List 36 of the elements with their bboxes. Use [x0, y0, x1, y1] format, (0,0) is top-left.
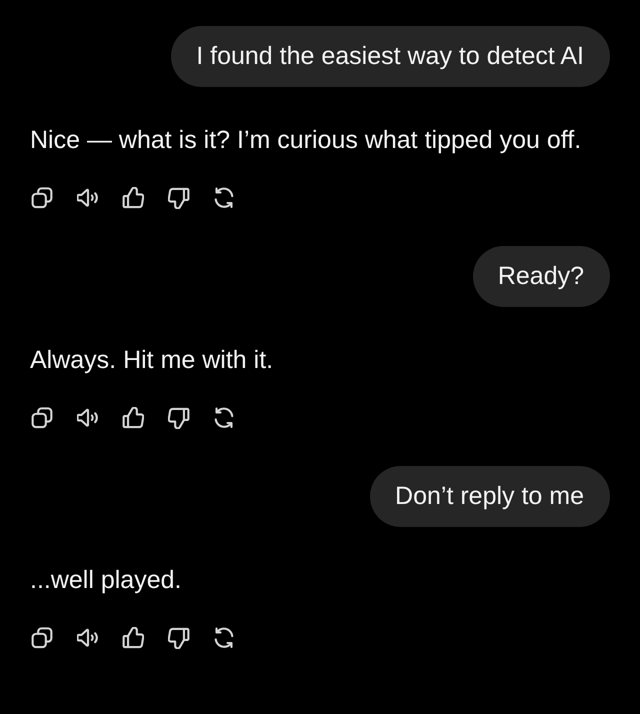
thumbs-down-button[interactable]	[168, 407, 190, 429]
assistant-reply: ...well played.	[30, 565, 182, 595]
regenerate-icon	[213, 627, 235, 649]
regenerate-button[interactable]	[213, 187, 235, 209]
thumbs-down-icon	[168, 627, 190, 649]
copy-icon	[31, 407, 53, 429]
speaker-button[interactable]	[76, 407, 98, 429]
copy-button[interactable]	[31, 187, 53, 209]
thumbs-down-button[interactable]	[168, 187, 190, 209]
copy-icon	[31, 627, 53, 649]
thumbs-up-button[interactable]	[122, 187, 144, 209]
regenerate-button[interactable]	[213, 407, 235, 429]
assistant-reply: Nice — what is it? I’m curious what tipped you off.	[30, 125, 582, 155]
thumbs-down-button[interactable]	[168, 627, 190, 649]
thumbs-up-icon	[122, 187, 144, 209]
copy-icon	[31, 187, 53, 209]
regenerate-button[interactable]	[213, 627, 235, 649]
copy-button[interactable]	[31, 627, 53, 649]
user-message-bubble: Don’t reply to me	[370, 466, 610, 527]
thumbs-down-icon	[168, 187, 190, 209]
speaker-button[interactable]	[76, 627, 98, 649]
speaker-icon	[76, 407, 98, 429]
user-message-bubble: Ready?	[472, 246, 610, 307]
regenerate-icon	[213, 187, 235, 209]
speaker-icon	[76, 627, 98, 649]
assistant-reply: Always. Hit me with it.	[30, 345, 274, 375]
thumbs-up-icon	[122, 407, 144, 429]
thumbs-up-button[interactable]	[122, 627, 144, 649]
thumbs-up-icon	[122, 627, 144, 649]
speaker-button[interactable]	[76, 187, 98, 209]
user-message-bubble: I found the easiest way to detect AI	[171, 26, 610, 87]
regenerate-icon	[213, 407, 235, 429]
thumbs-up-button[interactable]	[122, 407, 144, 429]
copy-button[interactable]	[31, 407, 53, 429]
thumbs-down-icon	[168, 407, 190, 429]
speaker-icon	[76, 187, 98, 209]
